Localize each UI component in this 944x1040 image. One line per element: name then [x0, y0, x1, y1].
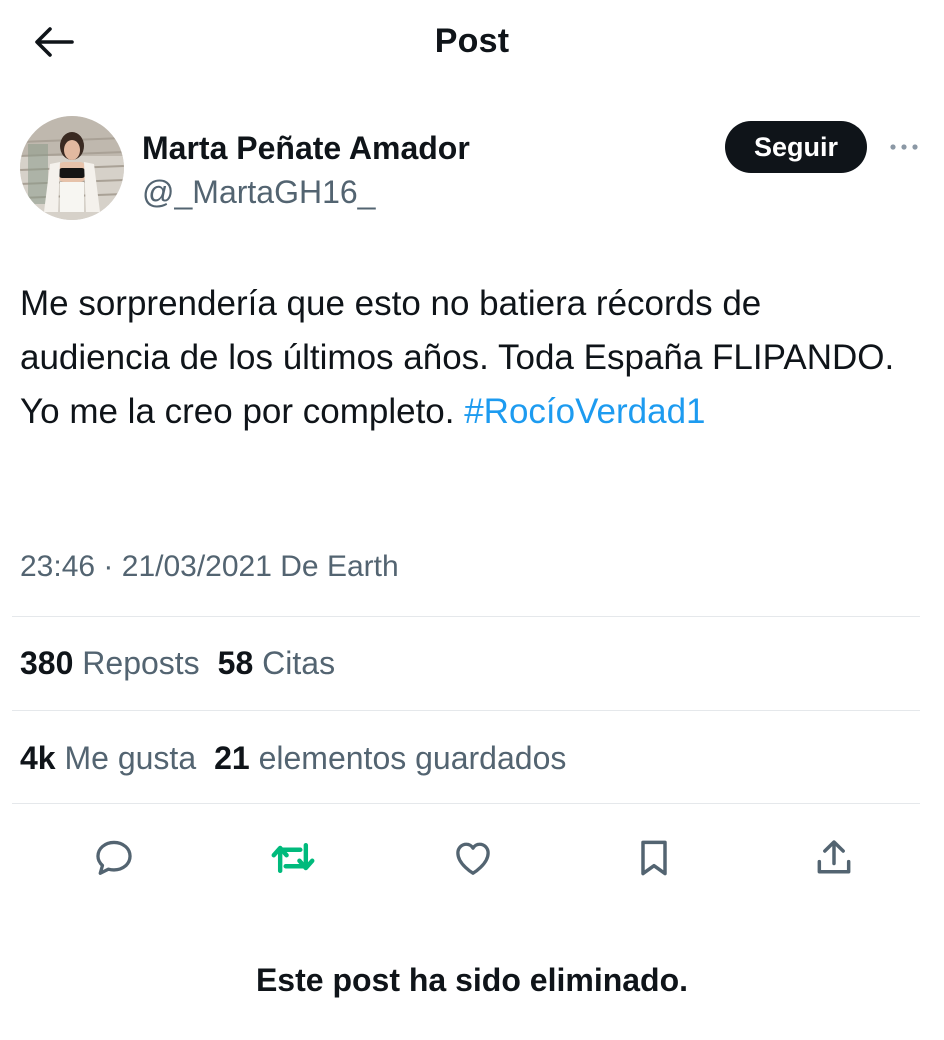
- page-title: Post: [434, 22, 510, 60]
- share-icon: [817, 840, 851, 874]
- action-bar: [0, 822, 944, 886]
- heart-icon: [456, 842, 490, 875]
- deleted-notice: Este post ha sido eliminado.: [255, 962, 689, 998]
- bookmark-button[interactable]: [626, 830, 682, 886]
- avatar-photo-icon: [20, 116, 124, 220]
- bookmarks-count: 21: [214, 740, 250, 776]
- hashtag-link[interactable]: #RocíoVerdad1: [464, 392, 705, 431]
- likes-stat[interactable]: 4k Me gusta: [20, 740, 196, 777]
- post-time[interactable]: 23:46: [20, 550, 95, 583]
- repost-button[interactable]: [265, 830, 321, 886]
- like-button[interactable]: [445, 830, 501, 886]
- author-name[interactable]: Marta Peñate Amador: [142, 130, 470, 167]
- comment-icon: [96, 840, 132, 875]
- bookmarks-stat[interactable]: 21 elementos guardados: [214, 740, 566, 777]
- follow-button[interactable]: Seguir: [725, 121, 867, 173]
- repost-stats: 380 Reposts 58 Citas: [20, 645, 335, 682]
- author-header: Marta Peñate Amador @_MartaGH16_ Seguir: [20, 116, 924, 226]
- divider: [12, 710, 920, 711]
- share-button[interactable]: [806, 830, 862, 886]
- more-options-button[interactable]: [884, 130, 924, 164]
- more-horizontal-icon: [890, 144, 918, 150]
- reposts-count: 380: [20, 645, 74, 681]
- bookmarks-label: elementos guardados: [258, 740, 567, 776]
- author-handle[interactable]: @_MartaGH16_: [142, 174, 375, 211]
- avatar[interactable]: [20, 116, 124, 220]
- reposts-stat[interactable]: 380 Reposts: [20, 645, 200, 682]
- meta-separator: ·: [103, 550, 114, 583]
- like-stats: 4k Me gusta 21 elementos guardados: [20, 740, 566, 777]
- post-body: Me sorprendería que esto no batiera réco…: [20, 284, 895, 431]
- quotes-label: Citas: [262, 645, 336, 681]
- divider: [12, 803, 920, 804]
- top-bar: Post: [0, 0, 944, 88]
- post-meta: 23:46 · 21/03/2021 De Earth: [20, 550, 399, 584]
- reposts-label: Reposts: [82, 645, 200, 681]
- quotes-count: 58: [217, 645, 254, 681]
- post-source: De Earth: [280, 550, 399, 583]
- reply-button[interactable]: [86, 830, 142, 886]
- quotes-stat[interactable]: 58 Citas: [218, 645, 335, 682]
- likes-count: 4k: [20, 740, 56, 776]
- bookmark-icon: [641, 840, 667, 876]
- likes-label: Me gusta: [64, 740, 197, 776]
- post-date[interactable]: 21/03/2021: [122, 550, 272, 583]
- divider: [12, 616, 920, 617]
- post-text: Me sorprendería que esto no batiera réco…: [20, 277, 920, 439]
- repost-icon: [271, 842, 315, 874]
